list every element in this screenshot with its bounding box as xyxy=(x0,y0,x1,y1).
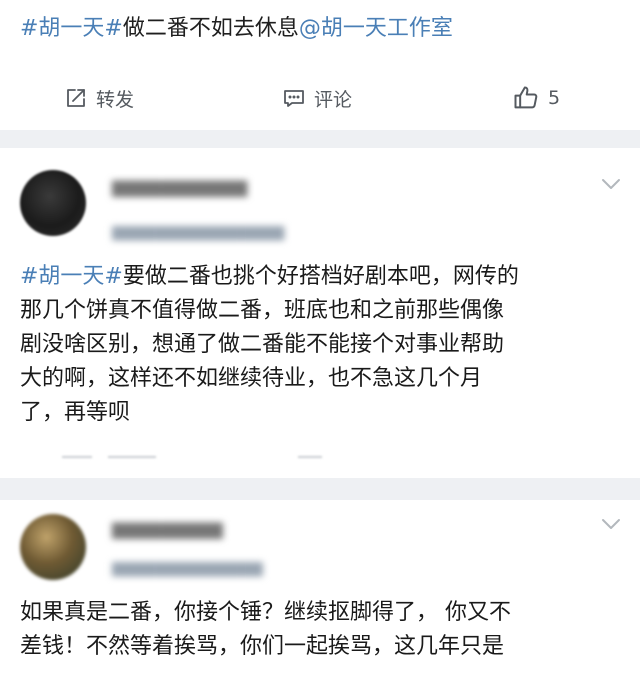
username-blurred: ▇▇▇▇▇▇▇▇▇ xyxy=(112,520,223,539)
comment-label: 评论 xyxy=(314,88,353,111)
comment-card: ▇▇▇▇▇▇▇▇▇▇▇ ▇▇▇▇▇▇▇▇▇▇▇▇▇▇▇▇ #胡一天#要做二番也挑… xyxy=(0,148,640,478)
comment-line-text: 要做二番也挑个好搭档好剧本吧，网传的 xyxy=(122,264,519,289)
comment-line: 那几个饼真不值得做二番，班底也和之前那些偶像 xyxy=(20,298,505,323)
repost-button[interactable]: 转发 xyxy=(64,80,134,116)
comment-line: 了，再等呗 xyxy=(20,400,131,425)
comment-meta-blurred: ▇▇▇▇▇▇▇▇▇▇▇▇▇▇▇▇ xyxy=(112,225,285,241)
username-blurred: ▇▇▇▇▇▇▇▇▇▇▇ xyxy=(112,178,248,197)
comment-text: #胡一天#要做二番也挑个好搭档好剧本吧，网传的 那几个饼真不值得做二番，班底也和… xyxy=(20,260,626,430)
comment-line: 剧没啥区别，想通了做二番能不能接个对事业帮助 xyxy=(20,332,505,357)
comment-line: 大的啊，这样还不如继续待业，也不急这几个月 xyxy=(20,366,483,391)
comment-line: 差钱！不然等着挨骂，你们一起挨骂，这几年只是 xyxy=(20,634,505,659)
avatar[interactable] xyxy=(20,170,86,236)
post-text: #胡一天#做二番不如去休息@胡一天工作室 xyxy=(20,12,453,46)
comment-hashtag[interactable]: #胡一天# xyxy=(20,264,123,289)
cut-off-action-row xyxy=(0,456,640,478)
chevron-down-icon[interactable] xyxy=(600,176,622,195)
comment-line: 如果真是二番，你接个锤？继续抠脚得了， 你又不 xyxy=(20,600,511,625)
comment-meta-blurred: ▇▇▇▇▇▇▇▇▇▇▇▇▇▇ xyxy=(112,561,263,577)
post-hashtag[interactable]: #胡一天# xyxy=(20,16,123,41)
like-count: 5 xyxy=(548,87,561,109)
like-button[interactable]: 5 xyxy=(512,80,560,116)
chevron-down-icon[interactable] xyxy=(600,516,622,535)
repost-label: 转发 xyxy=(96,88,135,111)
comment-text: 如果真是二番，你接个锤？继续抠脚得了， 你又不 差钱！不然等着挨骂，你们一起挨骂… xyxy=(20,596,626,664)
comment-line: #胡一天#要做二番也挑个好搭档好剧本吧，网传的 xyxy=(20,260,626,294)
thumbs-up-icon xyxy=(512,84,540,112)
post-mention[interactable]: @胡一天工作室 xyxy=(299,16,453,41)
post-body: 做二番不如去休息 xyxy=(122,16,299,41)
avatar[interactable] xyxy=(20,514,86,580)
weibo-post: #胡一天#做二番不如去休息@胡一天工作室 转发 评论 5 xyxy=(0,0,640,130)
comment-icon xyxy=(282,86,306,110)
comment-card: ▇▇▇▇▇▇▇▇▇ ▇▇▇▇▇▇▇▇▇▇▇▇▇▇ 如果真是二番，你接个锤？继续抠… xyxy=(0,500,640,683)
comment-button[interactable]: 评论 xyxy=(282,80,352,116)
repost-icon xyxy=(64,86,88,110)
post-action-bar: 转发 评论 5 xyxy=(0,80,640,116)
